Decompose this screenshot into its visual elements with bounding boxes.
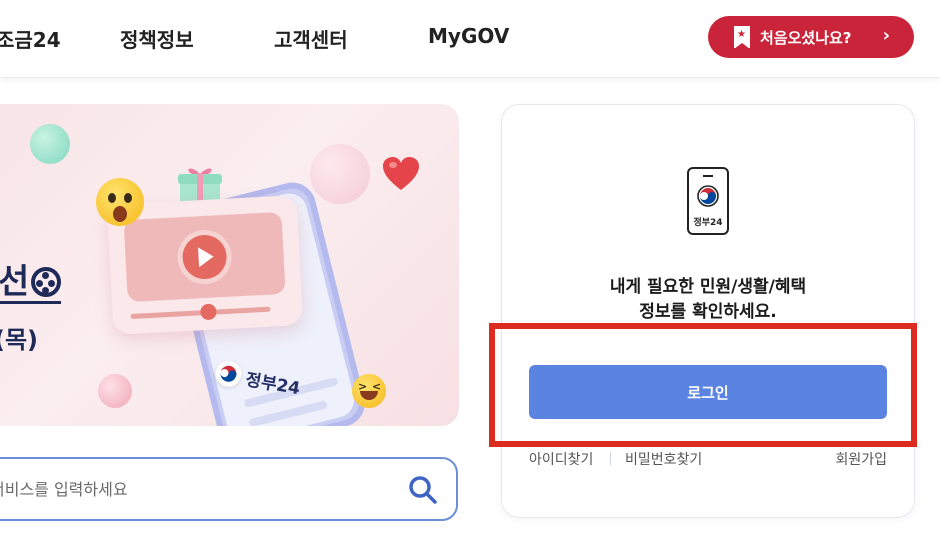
decorative-ball — [30, 124, 70, 164]
find-password-link[interactable]: 비밀번호찾기 — [625, 449, 702, 469]
login-message-line-1: 내게 필요한 민원/생활/혜택 — [609, 277, 807, 297]
taegeuk-emblem-icon — [697, 185, 719, 207]
search-box — [0, 457, 458, 521]
promo-banner[interactable]: >< 정부24 선 (목) — [0, 104, 459, 426]
decorative-ball — [98, 374, 132, 408]
banner-title: 선 — [0, 263, 62, 305]
link-divider — [610, 452, 611, 465]
mobile-id-caption: 정부24 — [693, 218, 723, 228]
nav-item-policy-info[interactable]: 정책정보 — [120, 24, 194, 53]
heart-icon — [383, 157, 419, 190]
search-icon[interactable] — [408, 475, 438, 505]
nav-item-subsidy[interactable]: 조금24 — [0, 24, 61, 53]
login-card: 정부24 내게 필요한 민원/생활/혜택 정보를 확인하세요. 로그인 아이디찾… — [501, 104, 915, 518]
film-reel-icon — [31, 267, 62, 297]
surprised-emoji-icon — [96, 178, 144, 226]
taegeuk-emblem-icon — [213, 358, 244, 389]
decorative-ball — [310, 144, 370, 204]
signup-link[interactable]: 회원가입 — [835, 449, 887, 469]
laughing-emoji-icon: > < — [352, 374, 386, 408]
top-navigation: 조금24 정책정보 고객센터 MyGOV ★ 처음오셨나요? › — [0, 0, 940, 78]
login-button[interactable]: 로그인 — [529, 365, 887, 419]
login-message-line-2: 정보를 확인하세요. — [639, 302, 777, 322]
login-message: 내게 필요한 민원/생활/혜택 정보를 확인하세요. — [502, 275, 914, 325]
first-visit-button[interactable]: ★ 처음오셨나요? › — [708, 16, 914, 58]
nav-item-customer-center[interactable]: 고객센터 — [274, 24, 348, 53]
bookmark-star-icon: ★ — [734, 26, 750, 49]
mobile-id-icon: 정부24 — [687, 167, 729, 235]
chevron-right-icon: › — [882, 25, 890, 46]
banner-date: (목) — [0, 326, 39, 354]
first-visit-label: 처음오셨나요? — [760, 28, 852, 47]
play-icon — [181, 233, 228, 281]
nav-item-mygov[interactable]: MyGOV — [428, 24, 509, 48]
search-input[interactable] — [0, 459, 382, 519]
find-id-link[interactable]: 아이디찾기 — [529, 449, 593, 469]
